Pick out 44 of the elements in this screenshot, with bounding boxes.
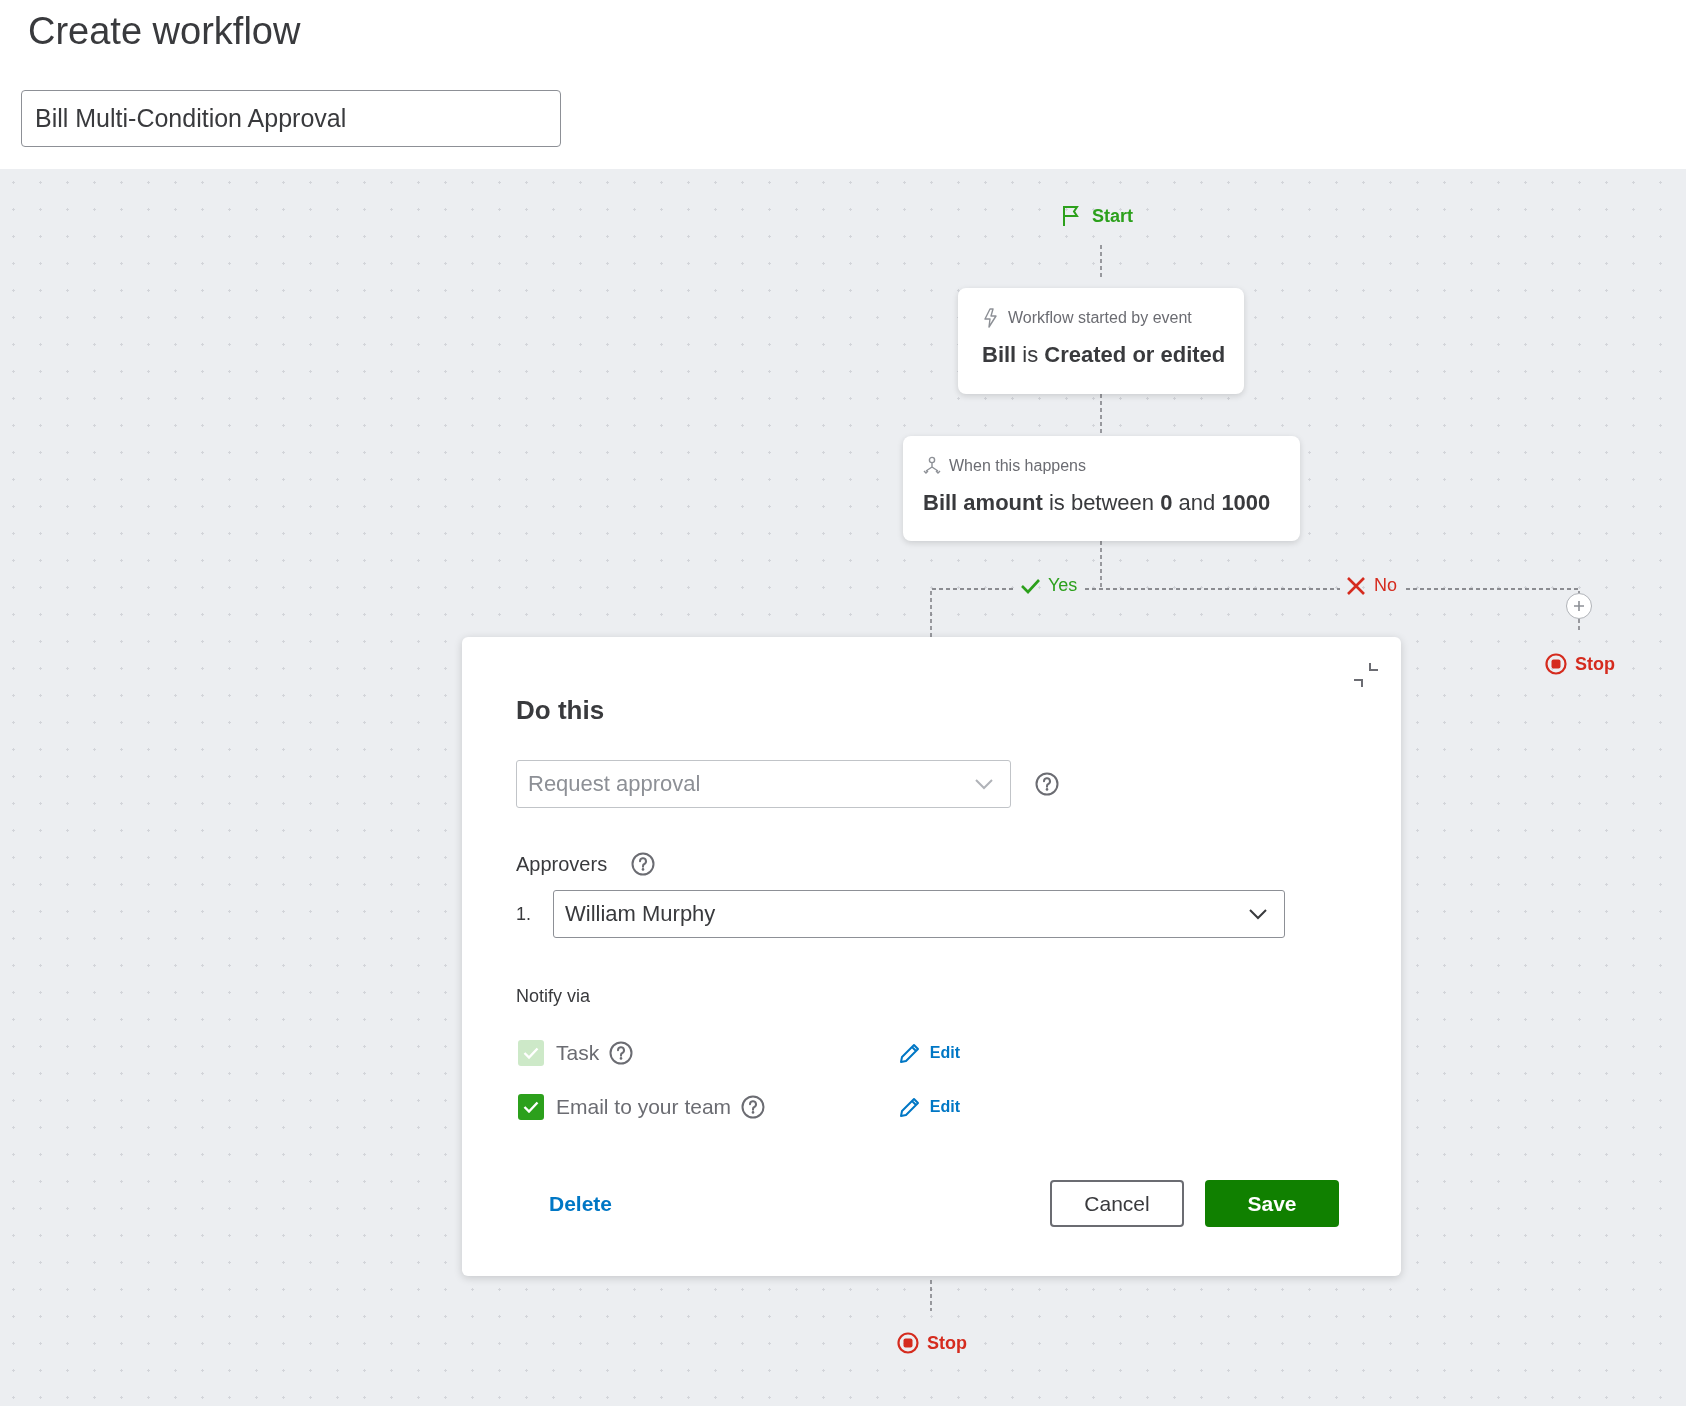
help-icon[interactable] bbox=[1035, 772, 1059, 796]
start-label: Start bbox=[1092, 205, 1133, 227]
option-label: Email to your team bbox=[556, 1095, 732, 1119]
chevron-down-icon bbox=[1248, 908, 1268, 920]
help-icon[interactable] bbox=[609, 1041, 634, 1065]
branch-label: Yes bbox=[1048, 575, 1078, 596]
stop-label: Stop bbox=[927, 1332, 967, 1354]
pencil-icon bbox=[897, 1041, 922, 1065]
checkbox[interactable] bbox=[518, 1094, 544, 1120]
delete-link[interactable]: Delete bbox=[516, 1180, 613, 1227]
chevron-down-icon bbox=[974, 778, 994, 790]
help-icon[interactable] bbox=[741, 1095, 766, 1119]
stop-label: Stop bbox=[1575, 653, 1615, 675]
panel-title: Do this bbox=[516, 695, 606, 726]
edit-link[interactable]: Edit bbox=[897, 1095, 960, 1119]
save-button[interactable]: Save bbox=[1205, 1180, 1339, 1227]
page-title: Create workflow bbox=[27, 9, 302, 54]
card-text: Bill amount is between 0 and 1000 bbox=[923, 490, 1272, 516]
checkmark-icon bbox=[523, 1101, 539, 1113]
workflow-card[interactable]: Workflow started by event Bill is Created or edited bbox=[958, 288, 1244, 394]
approvers-label: Approvers bbox=[516, 852, 608, 876]
checkmark-icon bbox=[523, 1047, 539, 1059]
connector-line bbox=[930, 1279, 932, 1312]
notify-label: Notify via bbox=[516, 986, 592, 1007]
card-caption: When this happens bbox=[949, 457, 1086, 475]
help-icon[interactable] bbox=[631, 852, 656, 876]
action-dropdown: Request approval bbox=[516, 760, 1011, 808]
pencil-icon bbox=[897, 1095, 922, 1119]
collapse-icon[interactable] bbox=[1353, 661, 1379, 689]
stop-icon bbox=[897, 1332, 919, 1354]
branch-icon bbox=[923, 456, 941, 476]
list-number: 1. bbox=[516, 903, 532, 925]
plus-icon bbox=[1573, 600, 1585, 612]
x-icon bbox=[1346, 575, 1366, 596]
workflow-name-field[interactable]: Bill Multi-Condition Approval bbox=[21, 90, 561, 147]
cancel-button[interactable]: Cancel bbox=[1050, 1180, 1184, 1227]
stop-icon bbox=[1545, 653, 1567, 675]
option-label: Task bbox=[556, 1041, 600, 1065]
card-text: Bill is Created or edited bbox=[982, 342, 1224, 368]
flag-icon bbox=[1062, 205, 1080, 227]
approver-dropdown[interactable]: William Murphy bbox=[553, 890, 1285, 938]
card-caption: Workflow started by event bbox=[1008, 309, 1192, 327]
workflow-card[interactable]: When this happens Bill amount is between 0 and 1000 bbox=[903, 436, 1300, 541]
branch-label: No bbox=[1374, 575, 1397, 596]
